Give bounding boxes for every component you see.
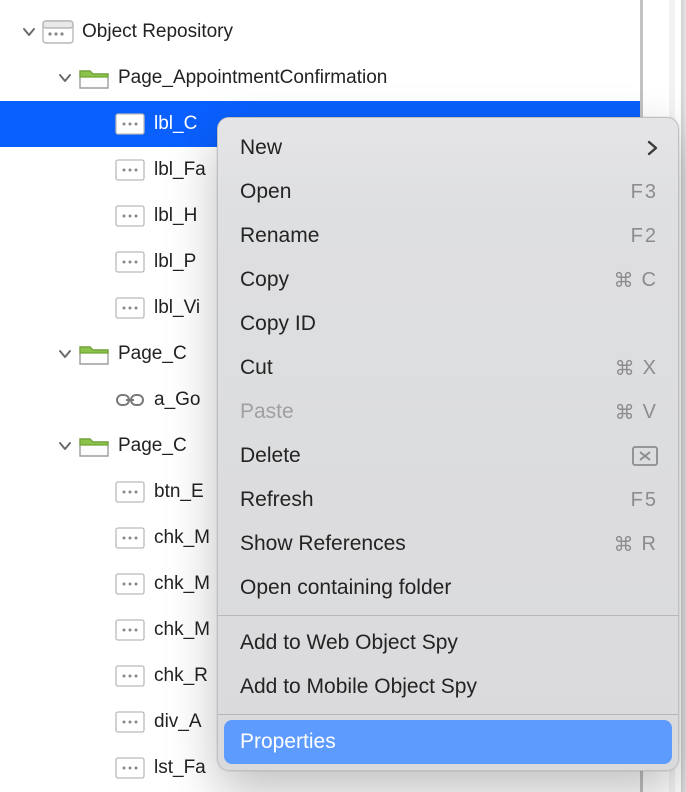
folder-icon [76, 341, 112, 367]
menu-label: Copy [240, 268, 289, 292]
shortcut-text: F5 [631, 489, 658, 512]
menu-label: Properties [240, 730, 336, 754]
cmd-icon: ⌘ [615, 400, 637, 425]
menu-label: Cut [240, 356, 273, 380]
link-icon [112, 387, 148, 413]
tree-label: Page_C [116, 435, 187, 457]
chevron-down-icon[interactable] [54, 439, 76, 453]
menu-item-delete[interactable]: Delete [218, 434, 678, 478]
menu-label: New [240, 136, 282, 160]
shortcut-text: ⌘ C [614, 268, 658, 293]
tree-label: a_Go [152, 389, 200, 411]
folder-icon [76, 433, 112, 459]
tree-label: lst_Fa [152, 757, 206, 779]
menu-item-rename[interactable]: Rename F2 [218, 214, 678, 258]
tree-row-folder[interactable]: Page_AppointmentConfirmation [0, 55, 640, 101]
tree-label: chk_M [152, 619, 210, 641]
tree-row-repo[interactable]: Object Repository [0, 9, 640, 55]
object-icon [112, 295, 148, 321]
repo-icon [40, 19, 76, 45]
object-icon [112, 203, 148, 229]
tree-label: lbl_H [152, 205, 197, 227]
menu-separator [218, 615, 678, 616]
tree-label: Object Repository [80, 21, 233, 43]
tree-label: lbl_Vi [152, 297, 200, 319]
tree-label: lbl_Fa [152, 159, 206, 181]
shortcut-text: F3 [631, 181, 658, 204]
menu-label: Paste [240, 400, 294, 424]
chevron-down-icon[interactable] [18, 25, 40, 39]
shortcut-text: ⌘ R [614, 532, 658, 557]
tree-label: chk_M [152, 527, 210, 549]
menu-item-paste: Paste ⌘ V [218, 390, 678, 434]
tree-label: chk_R [152, 665, 208, 687]
object-icon [112, 617, 148, 643]
shortcut-text: F2 [631, 225, 658, 248]
menu-label: Add to Web Object Spy [240, 631, 458, 655]
menu-item-copy[interactable]: Copy ⌘ C [218, 258, 678, 302]
tree-label: btn_E [152, 481, 204, 503]
object-icon [112, 663, 148, 689]
tree-label: lbl_C [152, 113, 197, 135]
cmd-icon: ⌘ [614, 532, 636, 557]
tree-label: chk_M [152, 573, 210, 595]
object-icon [112, 111, 148, 137]
menu-label: Open containing folder [240, 576, 451, 600]
shortcut-text: ⌘ X [615, 356, 658, 381]
menu-item-open[interactable]: Open F3 [218, 170, 678, 214]
menu-label: Copy ID [240, 312, 316, 336]
tree-label: lbl_P [152, 251, 196, 273]
object-icon [112, 709, 148, 735]
chevron-down-icon[interactable] [54, 347, 76, 361]
menu-label: Delete [240, 444, 301, 468]
object-icon [112, 157, 148, 183]
menu-item-new[interactable]: New [218, 126, 678, 170]
menu-label: Add to Mobile Object Spy [240, 675, 477, 699]
menu-label: Show References [240, 532, 406, 556]
object-icon [112, 755, 148, 781]
menu-label: Open [240, 180, 291, 204]
menu-label: Rename [240, 224, 319, 248]
cmd-icon: ⌘ [614, 268, 636, 293]
menu-label: Refresh [240, 488, 314, 512]
object-icon [112, 249, 148, 275]
object-icon [112, 479, 148, 505]
menu-item-cut[interactable]: Cut ⌘ X [218, 346, 678, 390]
object-icon [112, 571, 148, 597]
menu-item-add-web-spy[interactable]: Add to Web Object Spy [218, 621, 678, 665]
tree-label: div_A [152, 711, 202, 733]
menu-item-properties[interactable]: Properties [224, 720, 672, 764]
tree-label: Page_AppointmentConfirmation [116, 67, 387, 89]
chevron-down-icon[interactable] [54, 71, 76, 85]
menu-item-refresh[interactable]: Refresh F5 [218, 478, 678, 522]
folder-icon [76, 65, 112, 91]
context-menu: New Open F3 Rename F2 Copy ⌘ C Copy ID C… [217, 117, 679, 771]
menu-item-copy-id[interactable]: Copy ID [218, 302, 678, 346]
panel-edge [681, 0, 686, 792]
menu-item-add-mobile-spy[interactable]: Add to Mobile Object Spy [218, 665, 678, 709]
menu-item-open-folder[interactable]: Open containing folder [218, 566, 678, 610]
object-icon [112, 525, 148, 551]
cmd-icon: ⌘ [615, 356, 637, 381]
menu-item-show-references[interactable]: Show References ⌘ R [218, 522, 678, 566]
tree-label: Page_C [116, 343, 187, 365]
chevron-right-icon [646, 140, 658, 156]
delete-icon [632, 446, 658, 466]
menu-separator [218, 714, 678, 715]
shortcut-text: ⌘ V [615, 400, 658, 425]
